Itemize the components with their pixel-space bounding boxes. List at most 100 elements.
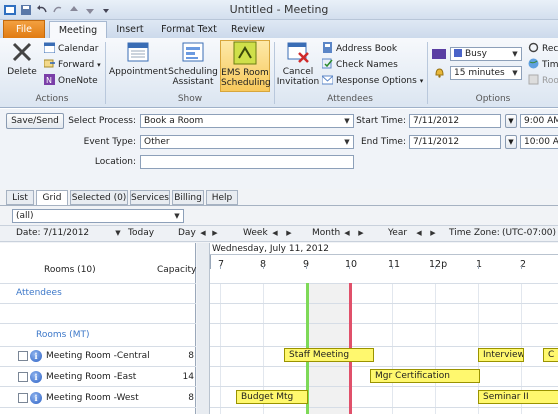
room-name[interactable]: Meeting Room -East — [46, 370, 136, 384]
ribbon-separator — [274, 42, 275, 104]
year-next-icon[interactable]: ▶ — [428, 228, 438, 239]
tab-file[interactable]: File — [3, 20, 45, 39]
location-label: Location: — [94, 157, 136, 167]
event-block[interactable]: Seminar II — [478, 390, 558, 404]
tab-review[interactable]: Review — [226, 21, 270, 39]
row-divider — [0, 407, 196, 408]
ems-room-scheduling-button[interactable]: EMS Room Scheduling — [220, 40, 271, 92]
row-divider — [210, 407, 558, 408]
appointment-button[interactable]: Appointment — [109, 40, 167, 77]
reminder-select[interactable]: 15 minutes ▼ — [450, 66, 522, 80]
today-button[interactable]: Today — [128, 228, 154, 238]
tick — [210, 255, 211, 269]
title-bar: Untitled - Meeting — [0, 0, 558, 20]
delete-button[interactable]: Delete — [4, 40, 40, 77]
end-time-input[interactable]: 10:00 AM — [520, 135, 558, 149]
tab-grid[interactable]: Grid — [36, 190, 68, 206]
forward-button[interactable]: Forward ▾ — [43, 58, 101, 72]
select-process-dropdown[interactable]: Book a Room ▼ — [140, 114, 354, 128]
rooms-header: Rooms (10) — [44, 265, 96, 275]
date-header: Wednesday, July 11, 2012 — [212, 244, 329, 254]
tick — [263, 266, 264, 269]
room-finder-button[interactable]: Roo — [528, 74, 558, 88]
calendar-button[interactable]: Calendar — [43, 42, 98, 56]
week-next-icon[interactable]: ▶ — [284, 228, 294, 239]
tab-format-text[interactable]: Format Text — [158, 21, 220, 39]
event-block[interactable]: Staff Meeting — [284, 348, 374, 362]
month-next-icon[interactable]: ▶ — [356, 228, 366, 239]
address-book-button[interactable]: Address Book — [322, 42, 397, 56]
time-zones-button[interactable]: Tim — [528, 58, 558, 72]
tab-billing[interactable]: Billing — [172, 190, 204, 205]
tab-insert[interactable]: Insert — [110, 21, 150, 39]
filter-dropdown[interactable]: (all) ▼ — [12, 209, 184, 223]
select-process-value: Book a Room — [144, 116, 204, 126]
week-prev-icon[interactable]: ◀ — [270, 228, 280, 239]
start-date-input[interactable]: 7/11/2012 — [409, 114, 501, 128]
bell-icon — [434, 67, 445, 78]
end-date-input[interactable]: 7/11/2012 — [409, 135, 501, 149]
tab-services[interactable]: Services — [130, 190, 170, 205]
tab-help[interactable]: Help — [206, 190, 238, 205]
room-checkbox[interactable] — [18, 393, 28, 403]
event-block[interactable]: Budget Mtg — [236, 390, 308, 404]
end-date-picker-button[interactable]: ▼ — [505, 135, 517, 149]
check-names-button[interactable]: Check Names — [321, 58, 398, 72]
event-block[interactable]: Mgr Certification — [370, 369, 480, 383]
event-block[interactable]: Interview — [478, 348, 524, 362]
day-prev-icon[interactable]: ◀ — [198, 228, 208, 239]
date-picker[interactable]: 7/11/2012 ▼ — [40, 227, 124, 241]
response-options-label: Response Options — [336, 76, 417, 86]
time-zone-value[interactable]: (UTC-07:00) M — [502, 228, 558, 238]
tab-list[interactable]: List — [6, 190, 34, 205]
room-checkbox[interactable] — [18, 351, 28, 361]
room-checkbox[interactable] — [18, 372, 28, 382]
row-divider — [0, 346, 196, 347]
date-label: Date: — [16, 228, 41, 238]
tab-selected[interactable]: Selected (0) — [70, 190, 128, 205]
row-divider — [210, 346, 558, 347]
room-name[interactable]: Meeting Room -West — [46, 391, 139, 405]
cancel-invitation-button[interactable]: Cancel Invitation — [276, 40, 320, 87]
capacity-header: Capacity — [157, 265, 197, 275]
reminder-value: 15 minutes — [454, 68, 505, 78]
event-type-dropdown[interactable]: Other ▼ — [140, 135, 354, 149]
address-book-icon — [322, 42, 333, 53]
tick — [220, 266, 221, 269]
day-next-icon[interactable]: ▶ — [210, 228, 220, 239]
splitter[interactable] — [197, 243, 210, 414]
onenote-button[interactable]: N OneNote — [44, 74, 98, 88]
location-input[interactable] — [140, 155, 354, 169]
recurrence-button[interactable]: Rec — [528, 42, 558, 56]
info-icon[interactable]: i — [30, 371, 42, 383]
show-group-label: Show — [177, 94, 203, 104]
appointment-label: Appointment — [109, 67, 168, 77]
svg-text:N: N — [46, 76, 52, 85]
save-send-button[interactable]: Save/Send — [6, 113, 64, 129]
info-icon[interactable]: i — [30, 350, 42, 362]
year-prev-icon[interactable]: ◀ — [414, 228, 424, 239]
room-name[interactable]: Meeting Room -Central — [46, 349, 150, 363]
month-prev-icon[interactable]: ◀ — [342, 228, 352, 239]
start-time-input[interactable]: 9:00 AM — [520, 114, 558, 128]
address-book-label: Address Book — [336, 44, 398, 54]
check-names-icon — [321, 58, 333, 69]
scheduling-assistant-button[interactable]: Scheduling Assistant — [168, 40, 218, 87]
event-block[interactable]: C — [543, 348, 558, 362]
ribbon-panel: Delete Calendar Forward ▾ N OneNote Actio… — [0, 38, 558, 108]
chevron-down-icon: ▼ — [344, 117, 350, 125]
actions-group-label: Actions — [35, 94, 69, 104]
show-as-select[interactable]: Busy ▼ — [450, 47, 522, 61]
rooms-panel: Rooms (10) Capacity Attendees Rooms (MT)… — [0, 243, 196, 414]
attendees-row[interactable]: Attendees — [16, 288, 62, 298]
start-date-picker-button[interactable]: ▼ — [505, 114, 517, 128]
hour-label: 12p — [429, 259, 448, 270]
row-divider — [210, 303, 558, 304]
show-as-color-icon — [432, 49, 446, 59]
chevron-down-icon: ▼ — [508, 117, 514, 125]
delete-label: Delete — [7, 67, 37, 77]
onenote-icon: N — [44, 74, 55, 85]
info-icon[interactable]: i — [30, 392, 42, 404]
header-divider — [210, 254, 558, 255]
response-options-button[interactable]: Response Options ▾ — [321, 74, 423, 88]
